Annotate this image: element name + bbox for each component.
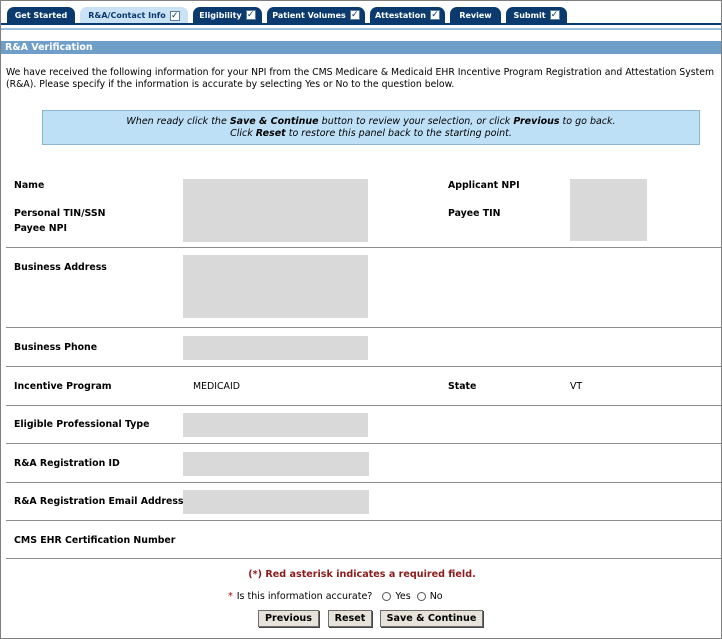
business-phone-label: Business Phone (14, 342, 98, 353)
previous-button[interactable]: Previous (258, 610, 319, 627)
intro-text: We have received the following informati… (6, 67, 715, 90)
tab-underline (1, 23, 721, 25)
tab-label: Eligibility (199, 10, 242, 20)
tab-label: Attestation (374, 10, 426, 20)
reset-button[interactable]: Reset (328, 610, 372, 627)
redacted-business-phone (183, 336, 368, 360)
question-text: Is this information accurate? (236, 591, 373, 602)
instructions-line-2: Click Reset to restore this panel back t… (230, 127, 512, 139)
personal-tin-label: Personal TIN/SSN (14, 208, 106, 219)
tab-get-started[interactable]: Get Started (7, 7, 75, 23)
redacted-name-tin-npi (183, 179, 368, 242)
tab-underline-light (1, 28, 721, 30)
accuracy-question: * Is this information accurate? Yes No (228, 591, 443, 602)
redacted-registration-email (183, 490, 369, 514)
yes-label[interactable]: Yes (395, 591, 410, 602)
page-frame: Get Started R&A/Contact Info ✓ Eligibili… (0, 0, 722, 639)
tab-ra-contact-info[interactable]: R&A/Contact Info ✓ (80, 7, 188, 24)
tab-label: Patient Volumes (272, 10, 346, 20)
tab-submit[interactable]: Submit ✓ (506, 7, 567, 23)
divider (6, 443, 721, 444)
tab-label: Review (459, 10, 492, 20)
divider (6, 327, 721, 328)
registration-email-label: R&A Registration Email Address (14, 496, 184, 507)
divider (6, 482, 721, 483)
tab-patient-volumes[interactable]: Patient Volumes ✓ (267, 7, 365, 23)
tab-attestation[interactable]: Attestation ✓ (370, 7, 445, 23)
section-title: R&A Verification (1, 41, 721, 54)
name-label: Name (14, 180, 45, 191)
required-asterisk: * (228, 591, 233, 602)
incentive-program-value: MEDICAID (193, 381, 240, 392)
checkmark-icon: ✓ (430, 10, 440, 20)
redacted-ep-type (183, 413, 368, 437)
yes-radio[interactable] (382, 592, 392, 601)
divider (6, 366, 721, 367)
state-label: State (448, 381, 477, 392)
divider (6, 405, 721, 406)
cms-ehr-cert-label: CMS EHR Certification Number (14, 535, 176, 546)
tab-review[interactable]: Review (450, 7, 501, 23)
tab-label: Get Started (14, 10, 68, 20)
tab-eligibility[interactable]: Eligibility ✓ (193, 7, 262, 23)
save-continue-button[interactable]: Save & Continue (380, 610, 483, 627)
redacted-applicant-npi (570, 179, 647, 241)
checkmark-icon: ✓ (349, 10, 360, 20)
eligible-professional-type-label: Eligible Professional Type (14, 419, 150, 430)
incentive-program-label: Incentive Program (14, 381, 112, 392)
tab-label: Submit (513, 10, 546, 20)
no-label[interactable]: No (430, 591, 443, 602)
divider (6, 558, 721, 559)
registration-id-label: R&A Registration ID (14, 458, 120, 469)
instructions-box: When ready click the Save & Continue but… (42, 110, 700, 145)
redacted-business-address (183, 255, 368, 318)
redacted-registration-id (183, 452, 369, 476)
business-address-label: Business Address (14, 262, 107, 273)
no-radio[interactable] (416, 592, 426, 601)
payee-tin-label: Payee TIN (448, 208, 501, 219)
state-value: VT (570, 381, 583, 392)
checkmark-icon: ✓ (549, 10, 560, 20)
divider (6, 247, 721, 248)
payee-npi-label: Payee NPI (14, 223, 67, 234)
checkmark-icon: ✓ (169, 10, 180, 21)
tab-label: R&A/Contact Info (88, 11, 166, 20)
checkmark-icon: ✓ (245, 10, 256, 20)
required-field-note: (*) Red asterisk indicates a required fi… (248, 569, 476, 580)
divider (6, 520, 721, 521)
instructions-line-1: When ready click the Save & Continue but… (126, 116, 616, 127)
applicant-npi-label: Applicant NPI (448, 180, 520, 191)
